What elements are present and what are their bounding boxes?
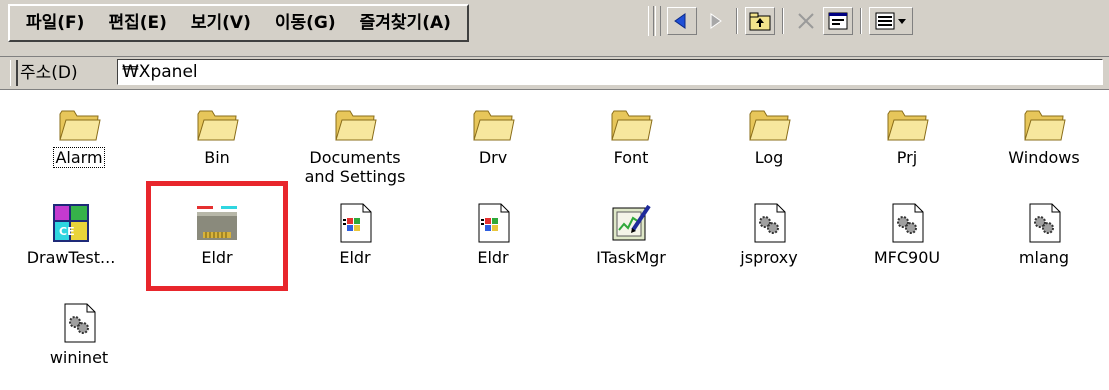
file-item[interactable]: Documents and Settings: [290, 102, 420, 186]
highlight-box: [146, 181, 288, 291]
folder-icon: [473, 110, 515, 141]
windows-exe-icon: [340, 203, 372, 243]
file-name: Prj: [896, 148, 918, 167]
file-item[interactable]: Alarm: [14, 102, 144, 168]
properties-icon: [828, 12, 848, 30]
file-name: Bin: [204, 148, 230, 167]
windows-exe-icon: [478, 203, 510, 243]
folder-icon: [887, 110, 929, 141]
file-item[interactable]: Bin: [152, 102, 282, 167]
file-item[interactable]: Drv: [428, 102, 558, 167]
folder-icon: [197, 110, 239, 141]
file-list: Alarm Bin Documents and Settings Drv Fon…: [0, 90, 1109, 390]
folder-icon: [611, 110, 653, 141]
file-item[interactable]: Eldr: [428, 202, 558, 267]
dll-gear-icon: [64, 303, 96, 343]
menu-favorites[interactable]: 즐겨찾기(A): [348, 8, 463, 38]
forward-icon: [710, 13, 722, 29]
menu-toolbar-bar: 파일(F) 편집(E) 보기(V) 이동(G) 즐겨찾기(A): [0, 0, 1109, 57]
file-name: DrawTest...: [26, 248, 116, 267]
menu-go[interactable]: 이동(G): [263, 8, 348, 38]
folder-icon: [1024, 110, 1066, 141]
back-button[interactable]: [667, 7, 697, 35]
views-button[interactable]: [869, 7, 913, 35]
file-name: Font: [613, 148, 649, 167]
menu-bar: 파일(F) 편집(E) 보기(V) 이동(G) 즐겨찾기(A): [8, 4, 469, 42]
address-grip[interactable]: [10, 60, 18, 86]
file-name: Documents and Settings: [304, 148, 406, 186]
file-item[interactable]: mlang: [979, 202, 1109, 267]
file-item[interactable]: Font: [566, 102, 696, 167]
address-bar: 주소(D) ₩Xpanel: [0, 57, 1109, 90]
file-name: ITaskMgr: [596, 248, 666, 267]
menu-file[interactable]: 파일(F): [14, 8, 96, 38]
file-item[interactable]: Windows: [979, 102, 1109, 167]
file-name: Eldr: [477, 248, 509, 267]
folder-icon: [59, 110, 101, 141]
file-name: MFC90U: [873, 248, 941, 267]
file-name: wininet: [49, 348, 109, 367]
file-item[interactable]: Eldr: [290, 202, 420, 267]
toolbar-grip-2[interactable]: [655, 6, 661, 36]
file-item[interactable]: CE DrawTest...: [6, 202, 136, 267]
file-item[interactable]: Log: [704, 102, 834, 167]
file-name: Windows: [1008, 148, 1080, 167]
forward-button[interactable]: [699, 7, 729, 35]
file-item[interactable]: jsproxy: [704, 202, 834, 267]
menu-view[interactable]: 보기(V): [179, 8, 263, 38]
svg-text:CE: CE: [59, 225, 75, 238]
file-name: Log: [754, 148, 784, 167]
dll-gear-icon: [754, 203, 786, 243]
dll-gear-icon: [1029, 203, 1061, 243]
toolbar-separator: [782, 8, 784, 34]
address-input[interactable]: ₩Xpanel: [117, 59, 1103, 85]
file-name: jsproxy: [740, 248, 798, 267]
up-folder-icon: [749, 12, 771, 31]
dll-gear-icon: [892, 203, 924, 243]
mfc-app-icon: CE: [53, 204, 89, 242]
toolbar-separator: [860, 8, 862, 34]
file-name: Alarm: [53, 147, 105, 168]
file-item[interactable]: wininet: [14, 302, 144, 367]
folder-icon: [749, 110, 791, 141]
task-manager-icon: [612, 204, 651, 241]
file-item[interactable]: Prj: [842, 102, 972, 167]
file-name: Drv: [478, 148, 508, 167]
file-item[interactable]: ITaskMgr: [566, 202, 696, 267]
properties-button[interactable]: [823, 7, 853, 35]
folder-icon: [335, 110, 377, 141]
file-name: Eldr: [339, 248, 371, 267]
file-item[interactable]: MFC90U: [842, 202, 972, 267]
delete-icon: [798, 13, 814, 29]
toolbar-separator: [736, 8, 738, 34]
toolbar-grip[interactable]: [648, 6, 654, 36]
up-folder-button[interactable]: [745, 7, 775, 35]
delete-button[interactable]: [791, 7, 821, 35]
views-icon: [875, 12, 895, 30]
chevron-down-icon: [898, 19, 906, 24]
file-name: mlang: [1018, 248, 1070, 267]
back-icon: [674, 13, 686, 29]
address-label: 주소(D): [20, 63, 78, 83]
menu-edit[interactable]: 편집(E): [96, 8, 178, 38]
